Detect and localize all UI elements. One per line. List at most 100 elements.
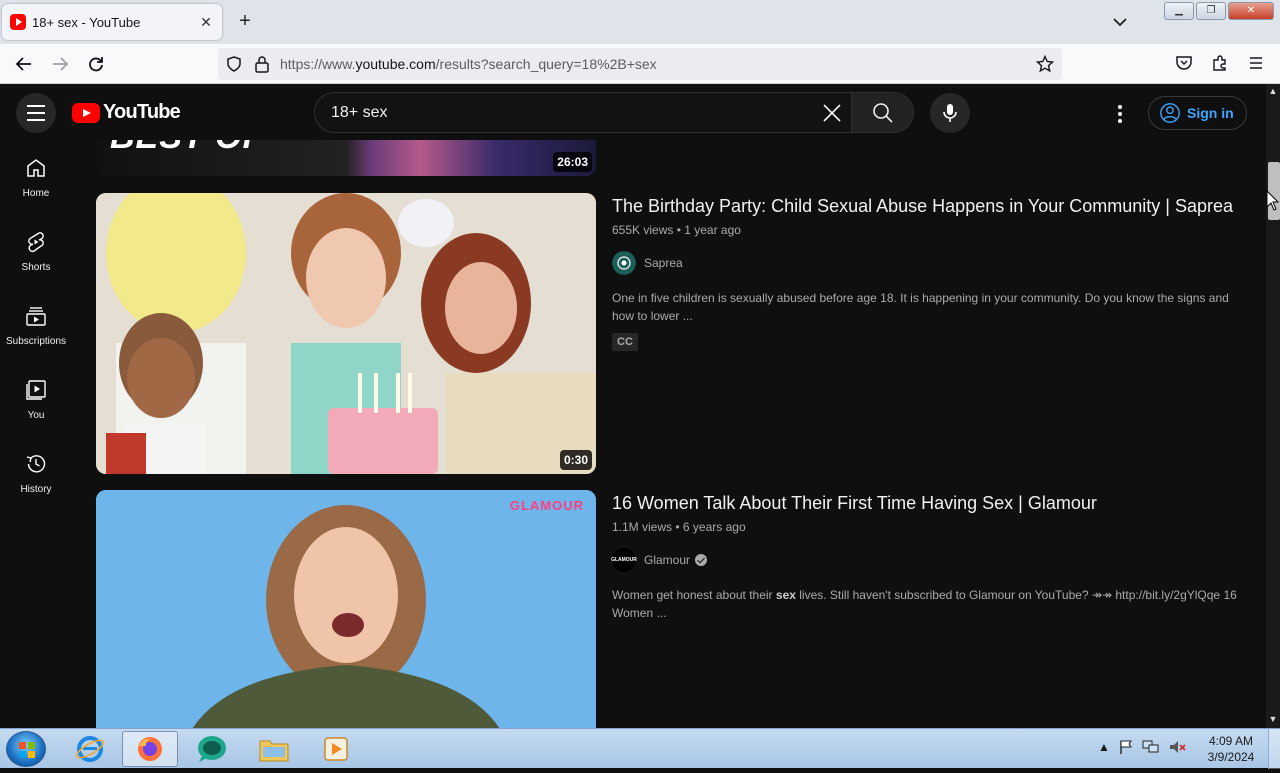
taskbar-app[interactable] [184,731,240,767]
sidebar-item-shorts[interactable]: Shorts [0,214,72,288]
tab-close-icon[interactable]: ✕ [198,14,214,31]
windows-logo-icon [19,742,35,758]
youtube-page: YouTube 18+ sex Sign in Home Shorts Subs… [0,84,1280,728]
new-tab-button[interactable]: + [234,10,256,32]
verified-icon [695,554,708,566]
tab-title: 18+ sex - YouTube [32,14,141,30]
search-icon [872,102,893,123]
taskbar-clock[interactable]: 4:09 AM 3/9/2024 [1196,733,1266,765]
guide-menu-button[interactable] [16,93,56,133]
channel-name[interactable]: Saprea [644,256,683,270]
start-button[interactable] [6,731,46,767]
pocket-button[interactable] [1174,54,1194,74]
show-desktop-button[interactable] [1268,729,1280,769]
video-duration: 0:30 [559,450,592,470]
cc-badge: CC [612,333,638,351]
arrow-left-icon [15,57,31,71]
mouse-cursor-icon [1266,190,1280,211]
search-input[interactable]: 18+ sex [331,104,813,122]
thumbnail-watermark: GLAMOUR [509,498,584,513]
channel-avatar[interactable]: GLAMOUR [611,548,637,572]
taskbar-firefox[interactable] [122,731,178,767]
channel-name[interactable]: Glamour [644,553,690,567]
page-scrollbar[interactable]: ▲ ▼ [1266,84,1280,728]
search-button[interactable] [851,93,913,132]
reload-icon [89,57,103,72]
pocket-icon [1176,56,1192,70]
arrow-right-icon [53,57,69,71]
window-close-button[interactable]: ✕ [1228,2,1274,20]
sign-in-button[interactable]: Sign in [1148,96,1247,130]
extensions-button[interactable] [1210,54,1230,74]
taskbar-internet-explorer[interactable] [62,731,118,767]
shorts-icon [28,232,44,253]
bookmark-star-icon[interactable] [1036,55,1054,73]
channel-avatar[interactable] [612,251,636,275]
show-hidden-icons-icon[interactable]: ▲ [1098,740,1110,754]
video-description: One in five children is sexually abused … [612,291,1229,323]
thumbnail-image [96,193,596,474]
lock-icon[interactable] [254,55,270,73]
browser-tab-bar: 18+ sex - YouTube ✕ + ▁ ❐ ✕ [0,0,1280,44]
scroll-up-arrow-icon[interactable]: ▲ [1267,86,1279,98]
folder-icon [259,740,289,762]
settings-more-button[interactable] [1108,102,1132,126]
scroll-down-arrow-icon[interactable]: ▼ [1267,714,1279,726]
taskbar-media-player[interactable] [308,731,364,767]
video-thumbnail[interactable]: GLAMOUR [96,490,596,728]
minimize-button[interactable]: ▁ [1164,2,1194,20]
video-thumbnail[interactable]: 0:30 [96,193,596,474]
video-title[interactable]: The Birthday Party: Child Sexual Abuse H… [612,193,1242,219]
sidebar-item-subscriptions[interactable]: Subscriptions [0,288,72,362]
media-player-icon [324,737,348,761]
hamburger-icon [1250,57,1262,69]
internet-explorer-icon [76,736,104,762]
youtube-play-icon [72,102,100,123]
forward-button[interactable] [50,54,70,74]
channel-info[interactable]: Saprea [612,251,1242,275]
url-bar[interactable]: https://www.youtube.com/results?search_q… [218,48,1062,80]
close-icon [823,103,841,122]
network-icon[interactable] [1142,739,1160,755]
firefox-icon [138,737,162,761]
video-duration: 26:03 [553,152,592,172]
subscriptions-icon [26,307,46,326]
browser-tab[interactable]: 18+ sex - YouTube ✕ [2,4,222,40]
browser-nav-bar: https://www.youtube.com/results?search_q… [0,44,1280,84]
chevron-down-icon [1113,18,1127,27]
youtube-header: YouTube 18+ sex Sign in [0,84,1266,140]
window-controls: ▁ ❐ ✕ [1164,2,1274,20]
microphone-icon [943,104,957,122]
system-tray: ▲ [1098,739,1186,755]
sidebar-item-home[interactable]: Home [0,140,72,214]
reload-button[interactable] [86,54,106,74]
clear-search-button[interactable] [813,94,851,132]
thumbnail-image [96,490,596,728]
taskbar-file-explorer[interactable] [246,731,302,767]
sidebar-item-history[interactable]: History [0,436,72,510]
video-metadata: 655K views • 1 year ago [612,223,741,237]
shield-icon[interactable] [226,56,242,72]
sidebar-item-you[interactable]: You [0,362,72,436]
history-icon [26,455,46,473]
search-box: 18+ sex [314,92,914,133]
restore-button[interactable]: ❐ [1196,2,1226,20]
voice-search-button[interactable] [930,93,970,133]
channel-info[interactable]: GLAMOUR Glamour [611,548,1242,572]
action-center-flag-icon[interactable] [1118,739,1134,755]
list-all-tabs-button[interactable] [1110,12,1130,32]
video-info: The Birthday Party: Child Sexual Abuse H… [612,193,1242,351]
video-info: 16 Women Talk About Their First Time Hav… [611,490,1242,622]
volume-muted-icon[interactable] [1168,739,1186,755]
chat-app-icon [198,736,226,762]
video-title[interactable]: 16 Women Talk About Their First Time Hav… [612,490,1242,516]
video-description: Women get honest about their sex lives. … [612,588,1237,620]
back-button[interactable] [14,54,34,74]
app-menu-button[interactable] [1246,54,1266,74]
puzzle-icon [1213,55,1226,71]
video-metadata: 1.1M views • 6 years ago [612,520,746,534]
library-icon [26,380,46,400]
windows-taskbar: ▲ 4:09 AM 3/9/2024 [0,728,1280,769]
youtube-logo[interactable]: YouTube [72,101,181,124]
url-text: https://www.youtube.com/results?search_q… [280,56,657,72]
